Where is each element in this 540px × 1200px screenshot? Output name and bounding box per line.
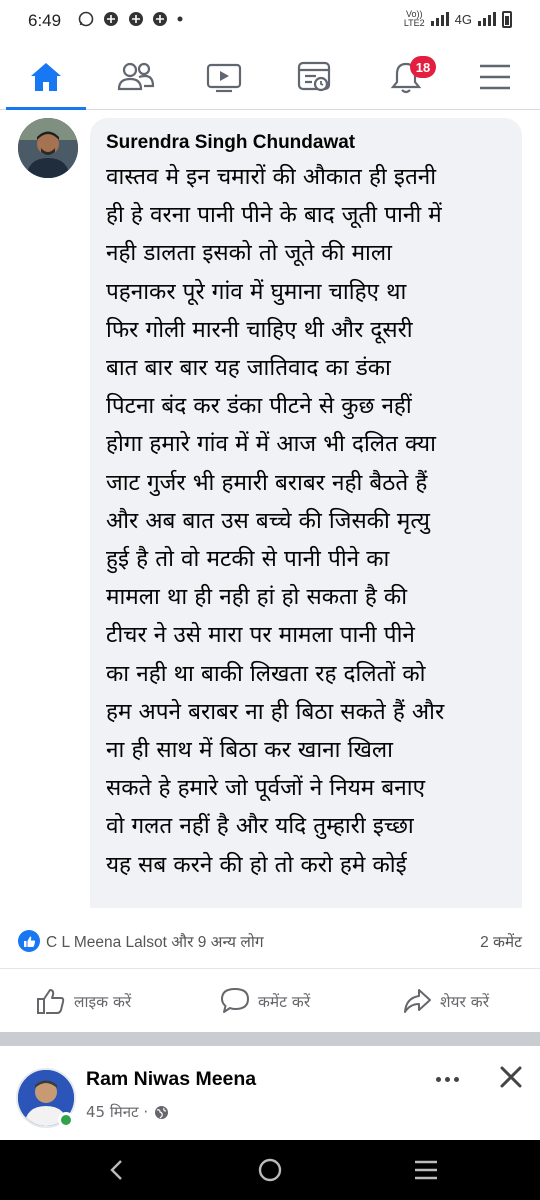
more-dot-icon <box>453 1076 459 1082</box>
hamburger-menu-icon <box>480 64 510 90</box>
more-notifications-dot-icon <box>177 16 183 22</box>
app-notification-icon <box>153 12 168 26</box>
volte-indicator: Vo)) LTE2 <box>403 9 425 28</box>
more-options-button[interactable] <box>430 1064 464 1094</box>
profile-photo-icon <box>18 118 78 178</box>
reactions-summary[interactable]: C L Meena Lalsot और 9 अन्य लोग 2 कमेंट <box>14 924 526 956</box>
next-post-header: Ram Niwas Meena 45 मिनट · <box>0 1046 540 1140</box>
close-icon <box>500 1066 522 1088</box>
comment-bubble-icon <box>221 988 249 1013</box>
feed-separator <box>0 1032 540 1046</box>
comment-label: कमेंट करें <box>258 993 311 1011</box>
comment-bubble[interactable]: Surendra Singh Chundawat वास्तव मे इन चम… <box>90 118 522 908</box>
home-icon <box>31 63 61 91</box>
network-type: 4G <box>454 11 472 27</box>
system-navigation-bar <box>0 1140 540 1200</box>
globe-icon <box>155 1105 169 1119</box>
signal-icon <box>430 12 449 26</box>
comment-author[interactable]: Surendra Singh Chundawat <box>106 132 506 154</box>
watch-video-icon <box>206 63 242 93</box>
home-circle-icon <box>258 1158 282 1182</box>
recents-icon <box>415 1160 437 1180</box>
system-back-button[interactable] <box>76 1140 156 1200</box>
reactors-text[interactable]: C L Meena Lalsot और 9 अन्य लोग <box>46 930 264 952</box>
status-right: Vo)) LTE2 4G <box>404 10 512 28</box>
status-notification-icons <box>78 11 183 29</box>
more-dot-icon <box>444 1076 450 1082</box>
nav-tab-friends[interactable] <box>96 44 176 110</box>
status-bar: 6:49 Vo)) LTE2 4G <box>0 0 540 44</box>
comment-text: वास्तव मे इन चमारों की औकात ही इतनी ही ह… <box>106 164 445 878</box>
whatsapp-icon <box>78 11 94 27</box>
nav-tab-menu[interactable] <box>455 44 535 110</box>
like-button[interactable]: लाइक करें <box>36 969 131 1033</box>
online-status-indicator <box>58 1112 74 1128</box>
friends-icon <box>117 62 155 91</box>
nav-tab-notifications[interactable]: 18 <box>366 44 446 110</box>
status-time: 6:49 <box>28 11 62 30</box>
battery-icon <box>502 10 512 28</box>
app-notification-icon <box>103 12 118 26</box>
post-meta: 45 मिनट · <box>86 1102 169 1122</box>
thumbs-up-icon <box>37 989 65 1014</box>
nav-tab-watch[interactable] <box>184 44 264 110</box>
comment-button[interactable]: कमेंट करें <box>220 969 310 1033</box>
post-author-name[interactable]: Ram Niwas Meena <box>86 1068 256 1091</box>
nav-tab-feeds[interactable] <box>274 44 354 110</box>
post-timestamp[interactable]: 45 मिनट · <box>86 1102 148 1122</box>
system-recents-button[interactable] <box>386 1140 466 1200</box>
signal-icon <box>478 12 496 26</box>
notification-badge: 18 <box>410 56 436 78</box>
nav-tab-home[interactable] <box>6 44 86 110</box>
hide-post-button[interactable] <box>496 1062 526 1092</box>
more-dot-icon <box>435 1076 441 1082</box>
share-label: शेयर करें <box>440 993 490 1011</box>
like-label: लाइक करें <box>74 993 132 1011</box>
share-arrow-icon <box>404 989 431 1013</box>
commenter-avatar[interactable] <box>18 118 78 178</box>
system-home-button[interactable] <box>230 1140 310 1200</box>
like-reaction-icon <box>18 930 40 952</box>
share-button[interactable]: शेयर करें <box>402 969 489 1033</box>
app-notification-icon <box>128 12 143 26</box>
comment-count[interactable]: 2 कमेंट <box>480 930 522 952</box>
active-tab-indicator <box>6 107 86 110</box>
back-chevron-icon <box>110 1160 122 1180</box>
feeds-icon <box>297 61 331 92</box>
top-navigation: 18 <box>0 44 540 110</box>
post-actions: लाइक करें कमेंट करें शेयर करें <box>0 968 540 1032</box>
